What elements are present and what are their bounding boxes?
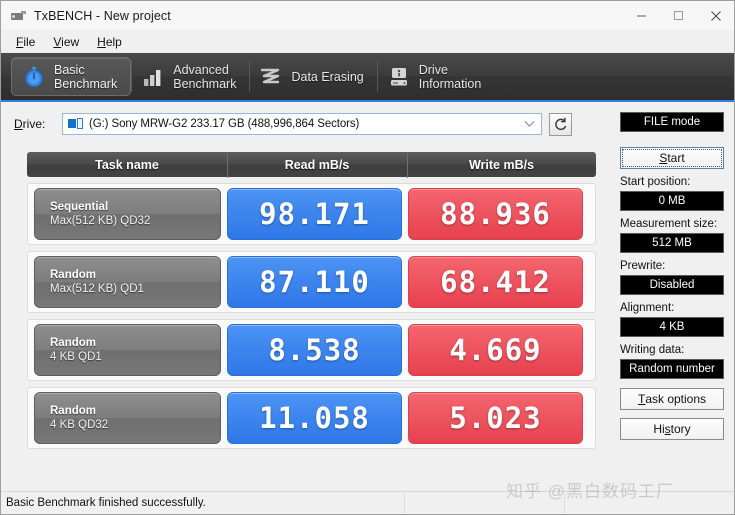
read-value: 98.171	[227, 188, 402, 240]
tab-label-advanced-benchmark: Advanced Benchmark	[173, 62, 237, 91]
status-bar: Basic Benchmark finished successfully.	[1, 491, 734, 514]
tab-advanced-benchmark[interactable]: Advanced Benchmark	[131, 57, 249, 96]
read-value: 11.058	[227, 392, 402, 444]
start-button[interactable]: Start	[620, 147, 724, 169]
alignment-value[interactable]: 4 KB	[620, 317, 724, 337]
task-name-line2: 4 KB QD32	[50, 419, 109, 431]
status-message: Basic Benchmark finished successfully.	[1, 493, 405, 513]
task-name-line1: Random	[50, 405, 96, 417]
task-name-line1: Random	[50, 337, 96, 349]
column-header-write: Write mB/s	[407, 152, 596, 178]
status-cell-2	[405, 493, 565, 513]
tab-label-drive-information: Drive Information	[418, 62, 482, 91]
menu-help[interactable]: Help	[88, 33, 131, 51]
read-value: 8.538	[227, 324, 402, 376]
main-content: Drive: (G:) Sony MRW-G2 233.17 GB (488,9…	[1, 102, 734, 491]
task-name-line1: Random	[50, 269, 96, 281]
prewrite-label: Prewrite:	[620, 260, 666, 272]
measurement-size-value[interactable]: 512 MB	[620, 233, 724, 253]
prewrite-value[interactable]: Disabled	[620, 275, 724, 295]
table-row: Random 4 KB QD1 8.538 4.669	[27, 319, 596, 381]
write-value: 5.023	[408, 392, 583, 444]
start-position-value[interactable]: 0 MB	[620, 191, 724, 211]
window-title: TxBENCH - New project	[34, 8, 171, 23]
task-button-sequential-qd32[interactable]: Sequential Max(512 KB) QD32	[34, 188, 221, 240]
chevron-down-icon	[524, 117, 535, 131]
alignment-label: Alignment:	[620, 302, 675, 314]
write-value: 88.936	[408, 188, 583, 240]
usb-device-icon	[10, 8, 26, 24]
txbench-window: TxBENCH - New project File View Help Bas…	[0, 0, 735, 515]
writing-data-value[interactable]: Random number	[620, 359, 724, 379]
window-controls	[623, 1, 734, 30]
status-cell-3	[565, 493, 734, 513]
drive-icon	[68, 117, 84, 131]
tab-basic-benchmark[interactable]: Basic Benchmark	[11, 57, 132, 96]
table-row: Sequential Max(512 KB) QD32 98.171 88.93…	[27, 183, 596, 245]
tab-label-data-erasing: Data Erasing	[291, 69, 364, 84]
title-bar: TxBENCH - New project	[1, 1, 734, 31]
measurement-size-label: Measurement size:	[620, 218, 718, 230]
file-mode-button[interactable]: FILE mode	[620, 112, 724, 132]
tab-strip: Basic Benchmark Advanced Benchmark Data …	[1, 53, 734, 102]
tab-label-basic-benchmark: Basic Benchmark	[54, 62, 118, 91]
bar-chart-icon	[140, 64, 166, 90]
tab-drive-information[interactable]: Drive Information	[376, 57, 495, 96]
read-value: 87.110	[227, 256, 402, 308]
column-header-read: Read mB/s	[227, 152, 407, 178]
drive-select[interactable]: (G:) Sony MRW-G2 233.17 GB (488,996,864 …	[62, 113, 542, 135]
maximize-icon[interactable]	[660, 1, 697, 30]
sidebar: FILE mode Start Start position: 0 MB Mea…	[609, 102, 734, 491]
column-header-task-name: Task name	[95, 157, 159, 172]
task-button-random-max-qd1[interactable]: Random Max(512 KB) QD1	[34, 256, 221, 308]
menu-file[interactable]: File	[7, 33, 44, 51]
wave-shred-icon	[258, 64, 284, 90]
table-row: Random 4 KB QD32 11.058 5.023	[27, 387, 596, 449]
task-name-line1: Sequential	[50, 201, 109, 213]
task-name-line2: 4 KB QD1	[50, 351, 102, 363]
task-button-random-4kb-qd1[interactable]: Random 4 KB QD1	[34, 324, 221, 376]
close-icon[interactable]	[697, 1, 734, 30]
menu-view[interactable]: View	[44, 33, 88, 51]
table-row: Random Max(512 KB) QD1 87.110 68.412	[27, 251, 596, 313]
task-name-line2: Max(512 KB) QD1	[50, 283, 144, 295]
stopwatch-icon	[21, 64, 47, 90]
drive-select-value: (G:) Sony MRW-G2 233.17 GB (488,996,864 …	[89, 118, 360, 130]
menu-bar: File View Help	[1, 31, 734, 53]
left-pane: Drive: (G:) Sony MRW-G2 233.17 GB (488,9…	[1, 102, 609, 491]
drive-row: Drive: (G:) Sony MRW-G2 233.17 GB (488,9…	[14, 112, 609, 136]
task-button-random-4kb-qd32[interactable]: Random 4 KB QD32	[34, 392, 221, 444]
write-value: 4.669	[408, 324, 583, 376]
start-position-label: Start position:	[620, 176, 691, 188]
writing-data-label: Writing data:	[620, 344, 685, 356]
drive-label: Drive:	[14, 117, 46, 131]
task-options-button[interactable]: Task options	[620, 388, 724, 410]
results-table-header: Task name Read mB/s Write mB/s	[27, 152, 596, 178]
tab-data-erasing[interactable]: Data Erasing	[249, 57, 376, 96]
minimize-icon[interactable]	[623, 1, 660, 30]
refresh-drives-button[interactable]	[549, 112, 572, 136]
hard-drive-icon	[386, 64, 412, 90]
task-name-line2: Max(512 KB) QD32	[50, 215, 151, 227]
write-value: 68.412	[408, 256, 583, 308]
history-button[interactable]: Hi s tory	[620, 418, 724, 440]
